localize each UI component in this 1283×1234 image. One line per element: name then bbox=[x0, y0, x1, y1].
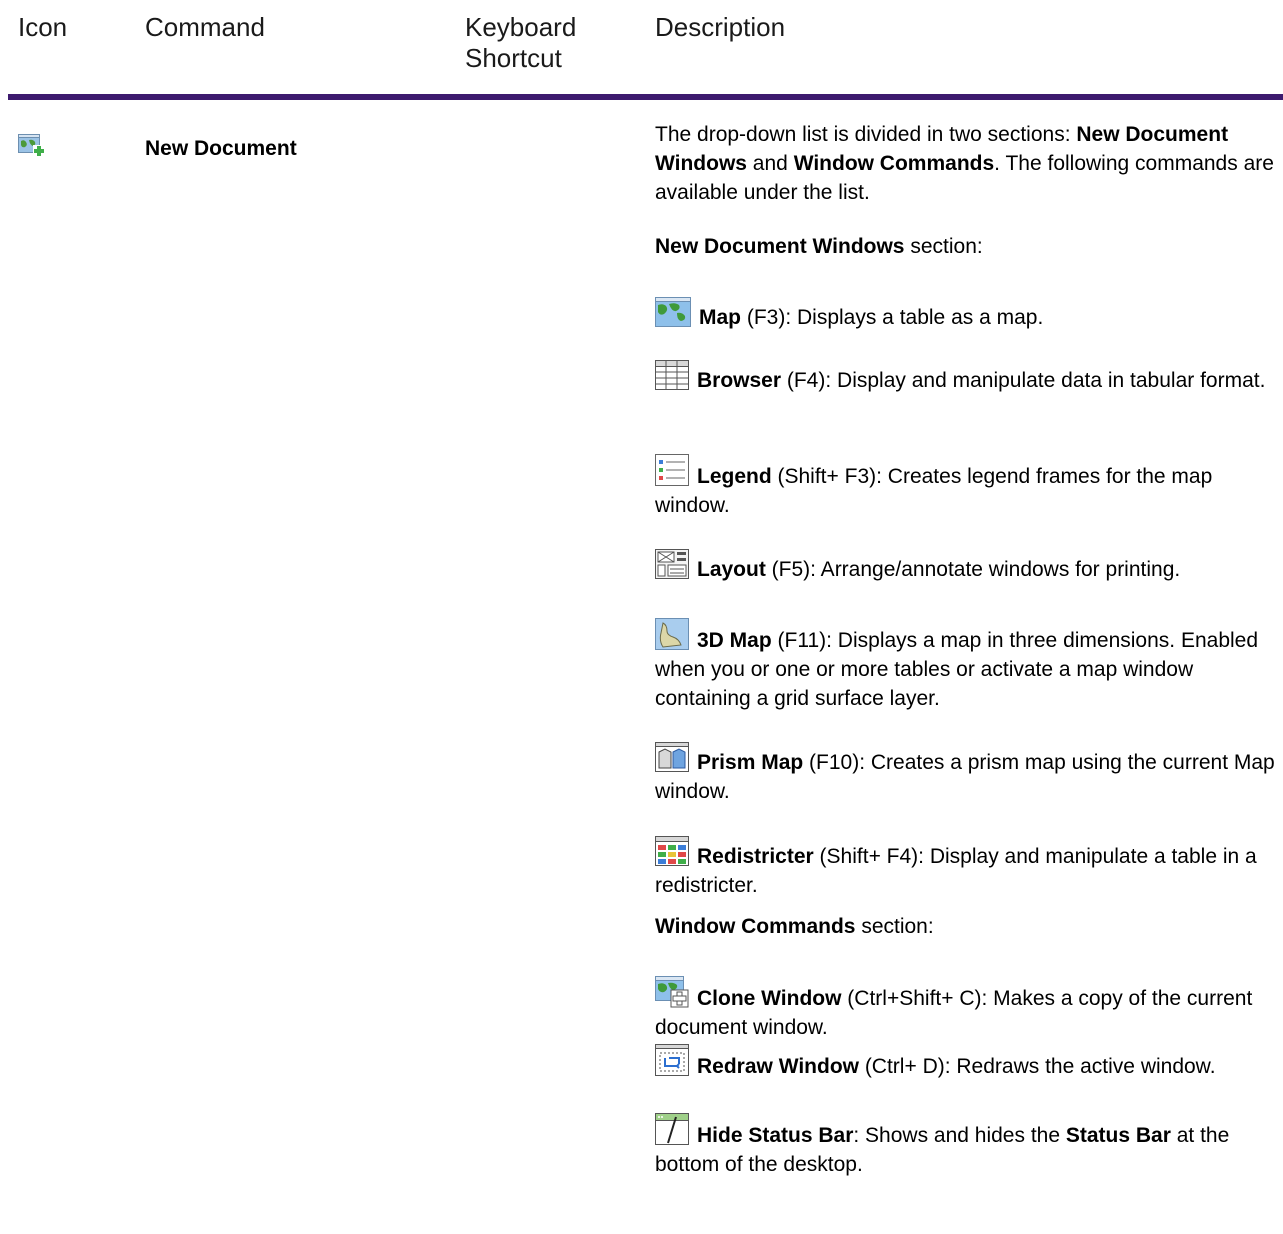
column-header-shortcut-line1: Keyboard bbox=[465, 12, 577, 42]
item-3d-map-name: 3D Map bbox=[697, 629, 772, 652]
item-hide-status-bar-text-1: : Shows and hides the bbox=[853, 1124, 1066, 1147]
column-header-command: Command bbox=[145, 12, 265, 42]
layout-icon bbox=[655, 549, 689, 579]
section1-bold: New Document Windows bbox=[655, 235, 905, 258]
map-icon bbox=[655, 297, 691, 327]
item-prism-map-name: Prism Map bbox=[697, 751, 804, 774]
item-redistricter-name: Redistricter bbox=[697, 845, 814, 868]
item-layout-name: Layout bbox=[697, 558, 766, 581]
prism-map-icon bbox=[655, 742, 689, 772]
command-new-document: New Document bbox=[145, 137, 297, 160]
clone-window-icon bbox=[655, 976, 689, 1008]
description-intro: The drop-down list is divided in two sec… bbox=[655, 120, 1283, 207]
item-legend: Legend (Shift+ F3): Creates legend frame… bbox=[655, 454, 1283, 520]
item-layout-text: (F5): Arrange/annotate windows for print… bbox=[765, 558, 1181, 581]
item-clone-window-name: Clone Window bbox=[697, 987, 842, 1010]
section2-bold: Window Commands bbox=[655, 915, 856, 938]
section-heading-window-commands: Window Commands section: bbox=[655, 912, 1283, 941]
column-header-icon: Icon bbox=[18, 12, 68, 42]
item-map-name: Map bbox=[699, 306, 741, 329]
item-layout: Layout (F5): Arrange/annotate windows fo… bbox=[655, 549, 1283, 584]
new-document-icon bbox=[18, 134, 46, 160]
item-browser-name: Browser bbox=[697, 369, 782, 392]
item-prism-map: Prism Map (F10): Creates a prism map usi… bbox=[655, 742, 1283, 806]
item-clone-window: Clone Window (Ctrl+Shift+ C): Makes a co… bbox=[655, 976, 1283, 1042]
item-redraw-window-text: (Ctrl+ D): Redraws the active window. bbox=[858, 1055, 1216, 1078]
item-browser: Browser (F4): Display and manipulate dat… bbox=[655, 360, 1283, 395]
column-header-shortcut-line2: Shortcut bbox=[465, 43, 562, 73]
column-header-keyboard-shortcut: Keyboard Shortcut bbox=[465, 12, 576, 74]
header-divider bbox=[8, 94, 1283, 100]
redistricter-icon bbox=[655, 836, 689, 866]
item-hide-status-bar: Hide Status Bar: Shows and hides the Sta… bbox=[655, 1113, 1283, 1179]
item-redraw-window: Redraw Window (Ctrl+ D): Redraws the act… bbox=[655, 1044, 1283, 1081]
hide-status-bar-icon bbox=[655, 1113, 689, 1145]
section-heading-new-document-windows: New Document Windows section: bbox=[655, 232, 1283, 261]
item-browser-text: (F4): Display and manipulate data in tab… bbox=[781, 369, 1266, 392]
item-redistricter: Redistricter (Shift+ F4): Display and ma… bbox=[655, 836, 1283, 900]
item-hide-status-bar-name: Hide Status Bar bbox=[697, 1124, 854, 1147]
item-hide-status-bar-bold: Status Bar bbox=[1065, 1124, 1171, 1147]
redraw-window-icon bbox=[655, 1044, 689, 1076]
item-3d-map: 3D Map (F11): Displays a map in three di… bbox=[655, 618, 1283, 713]
3d-map-icon bbox=[655, 618, 689, 650]
legend-icon bbox=[655, 454, 689, 486]
item-redraw-window-name: Redraw Window bbox=[697, 1055, 859, 1078]
section2-rest: section: bbox=[855, 915, 934, 938]
intro-text-1: The drop-down list is divided in two sec… bbox=[655, 123, 1077, 146]
intro-text-2: and bbox=[746, 152, 794, 175]
column-header-description: Description bbox=[655, 12, 786, 42]
item-map: Map (F3): Displays a table as a map. bbox=[655, 297, 1283, 332]
browser-icon bbox=[655, 360, 689, 390]
section1-rest: section: bbox=[904, 235, 983, 258]
intro-bold-2: Window Commands bbox=[793, 152, 995, 175]
item-map-text: (F3): Displays a table as a map. bbox=[741, 306, 1044, 329]
item-legend-name: Legend bbox=[697, 465, 772, 488]
